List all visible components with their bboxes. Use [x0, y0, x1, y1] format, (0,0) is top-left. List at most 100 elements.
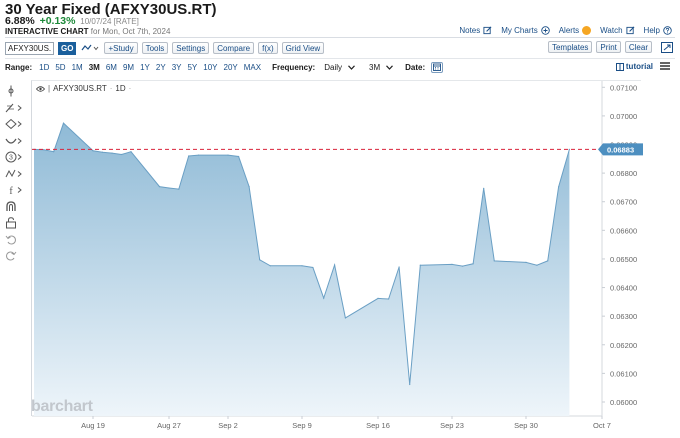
shapes-tool[interactable] — [5, 116, 27, 133]
data-point — [130, 151, 132, 153]
chart-subtitle: INTERACTIVE CHART for Mon, Oct 7th, 2024 — [5, 27, 170, 36]
data-point — [525, 261, 527, 263]
eye-icon[interactable] — [36, 85, 45, 92]
alerts-link[interactable]: Alerts — [558, 26, 592, 35]
compare-button[interactable]: Compare — [213, 42, 255, 54]
help-link[interactable]: Help — [644, 26, 672, 35]
x-tick-label: Sep 30 — [514, 421, 538, 430]
data-point — [111, 152, 113, 154]
data-point — [451, 263, 453, 265]
help-label: Help — [643, 26, 660, 35]
price-chart: 0.06000 0.06100 0.06200 0.06300 0.06400 0.065… — [32, 81, 643, 430]
number-tool[interactable]: 3 — [5, 149, 27, 166]
data-point — [547, 260, 549, 262]
clear-button[interactable]: Clear — [624, 41, 652, 53]
data-point — [493, 260, 495, 262]
range-bar: Range: 1D 5D 1M 3M 6M 9M 1Y 2Y 3Y 5Y 10Y… — [5, 61, 444, 73]
y-tick-label: 0.06500 — [610, 255, 637, 264]
print-button[interactable]: Print — [596, 41, 621, 53]
date-label: Date: — [405, 62, 426, 72]
range-1d[interactable]: 1D — [38, 63, 50, 72]
redo-icon — [6, 251, 17, 261]
range-20y[interactable]: 20Y — [223, 63, 239, 72]
y-tick-label: 0.06100 — [610, 369, 637, 378]
undo-icon — [5, 235, 16, 245]
data-point — [197, 154, 200, 156]
frequency-select[interactable]: Daily — [324, 63, 355, 72]
expand-icon[interactable] — [660, 41, 674, 53]
range-5d[interactable]: 5D — [54, 63, 66, 72]
crosshair-tool[interactable] — [5, 83, 27, 100]
templates-button[interactable]: Templates — [547, 41, 593, 53]
tools-button[interactable]: Tools — [141, 42, 169, 54]
legend-bar: | — [48, 84, 51, 93]
legend-period: 1D — [115, 84, 126, 93]
period-value: 3M — [369, 62, 381, 72]
range-1y[interactable]: 1Y — [139, 63, 151, 72]
notes-link[interactable]: Notes — [459, 26, 492, 35]
range-6m[interactable]: 6M — [105, 63, 118, 72]
pattern-tool[interactable] — [5, 166, 27, 183]
range-9m[interactable]: 9M — [122, 63, 135, 72]
range-3y[interactable]: 3Y — [171, 63, 183, 72]
y-tick-label: 0.07000 — [610, 112, 637, 121]
data-point — [120, 153, 123, 156]
data-point — [377, 297, 379, 299]
alerts-label: Alerts — [558, 26, 580, 35]
range-3m[interactable]: 3M — [88, 63, 101, 72]
lock-icon — [6, 217, 16, 229]
notes-label: Notes — [459, 26, 481, 35]
function-button[interactable]: f(x) — [258, 42, 278, 54]
symbol-input[interactable] — [5, 41, 54, 55]
data-point — [53, 151, 55, 153]
data-point — [168, 187, 170, 189]
price-change: +0.13% — [39, 15, 76, 27]
y-tick-label: 0.06700 — [610, 198, 637, 207]
x-tick-label: Aug 27 — [157, 421, 181, 430]
chart-type-button[interactable] — [80, 42, 100, 54]
watch-label: Watch — [600, 26, 623, 35]
font-tool[interactable]: f — [5, 182, 27, 199]
tutorial-link[interactable]: tutorial — [615, 62, 653, 71]
undo-tool[interactable] — [5, 232, 27, 249]
data-point — [388, 298, 390, 300]
range-2y[interactable]: 2Y — [155, 63, 167, 72]
menu-icon[interactable] — [660, 61, 670, 71]
x-tick-label: Oct 7 — [593, 421, 611, 430]
redo-tool[interactable] — [5, 248, 27, 265]
period-select[interactable]: 3M — [369, 62, 394, 72]
shapes-icon — [5, 119, 22, 130]
data-point — [312, 266, 314, 269]
quote-timestamp: 10/07/24 [RATE] — [80, 17, 139, 26]
plus-circle-icon — [540, 26, 550, 35]
range-1m[interactable]: 1M — [71, 63, 84, 72]
data-point — [558, 186, 560, 188]
my-charts-link[interactable]: My Charts — [501, 26, 550, 35]
range-10y[interactable]: 10Y — [202, 63, 218, 72]
watch-link[interactable]: Watch — [600, 26, 635, 35]
chevron-down-icon — [348, 64, 355, 70]
x-tick-label: Sep 9 — [292, 421, 312, 430]
range-5y[interactable]: 5Y — [186, 63, 198, 72]
my-charts-label: My Charts — [501, 26, 538, 35]
frequency-value: Daily — [324, 62, 342, 72]
legend-series: AFXY30US.RT — [53, 84, 107, 93]
magnet-arc-icon — [5, 137, 22, 144]
x-tick-label: Sep 16 — [366, 421, 390, 430]
range-max[interactable]: MAX — [243, 63, 262, 72]
tutorial-label: tutorial — [625, 62, 653, 71]
add-study-button[interactable]: +Study — [104, 42, 138, 54]
go-button[interactable]: GO — [58, 41, 77, 55]
data-point — [472, 263, 474, 265]
magnet-tool[interactable] — [5, 199, 27, 216]
lock-tool[interactable] — [5, 215, 27, 232]
magnet-arc-tool[interactable] — [5, 133, 27, 150]
grid-view-button[interactable]: Grid View — [281, 42, 325, 54]
chart-area[interactable]: 0.06000 0.06100 0.06200 0.06300 0.06400 0.065… — [31, 80, 643, 430]
calendar-button[interactable] — [431, 61, 444, 73]
y-tick-label: 0.06600 — [610, 226, 637, 235]
settings-button[interactable]: Settings — [172, 42, 210, 54]
trendline-tool[interactable] — [5, 100, 27, 117]
data-point — [568, 148, 571, 150]
chart-toolbar: GO +Study Tools Settings Compare f(x) Gr… — [5, 41, 325, 55]
